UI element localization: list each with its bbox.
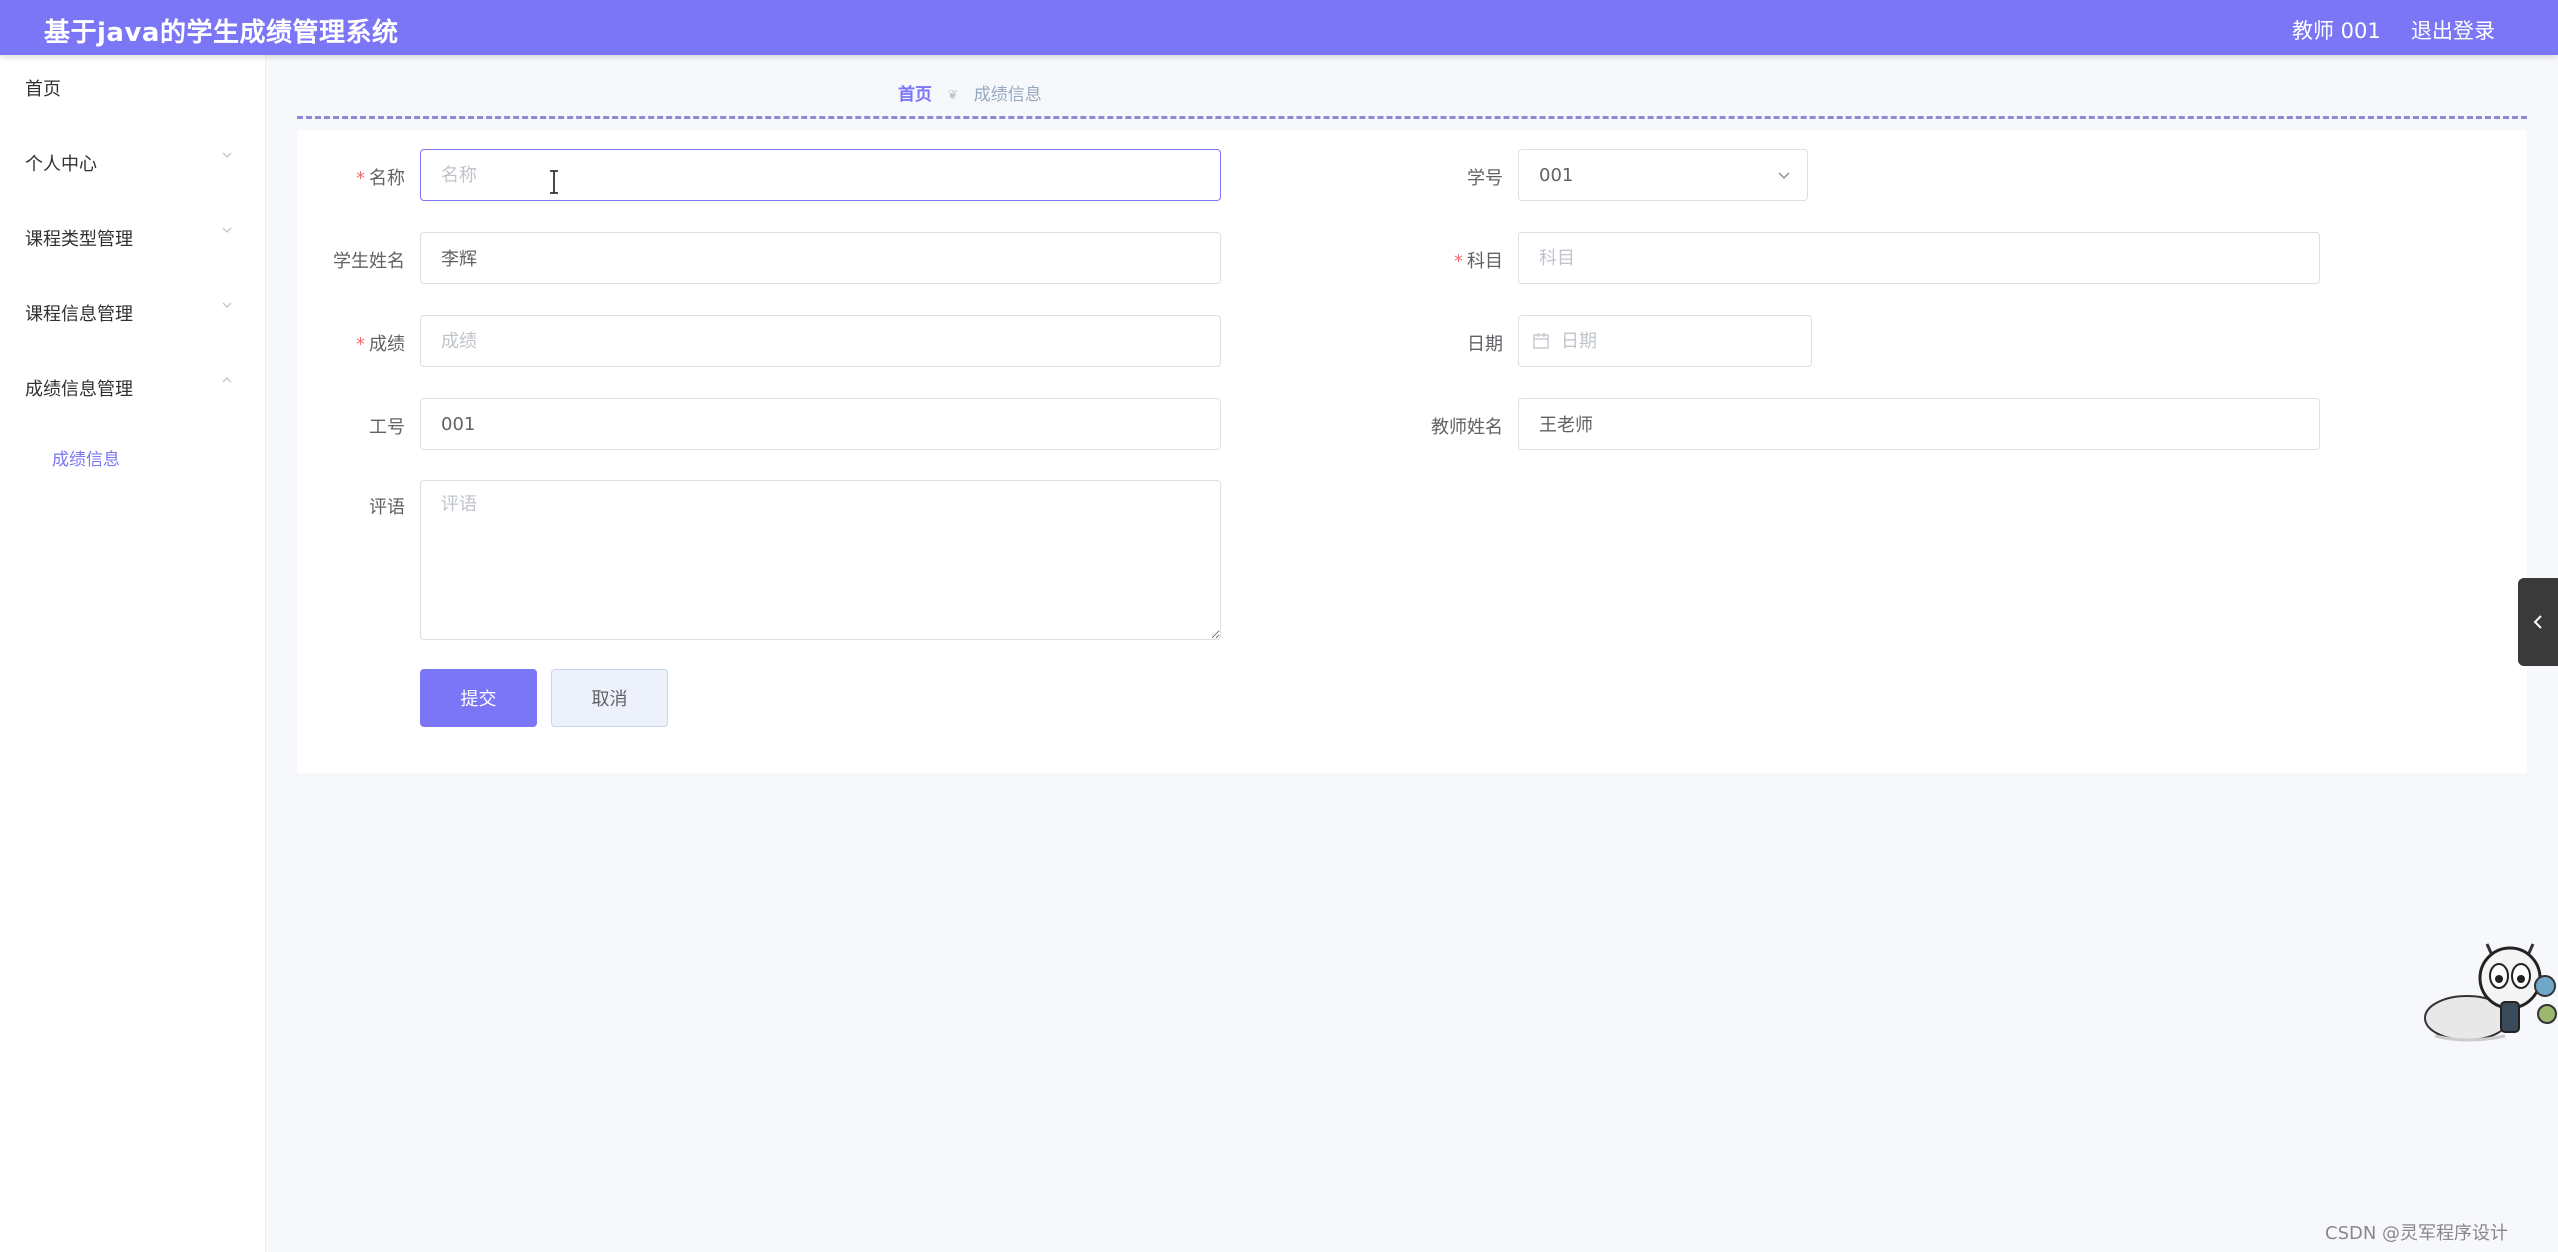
comment-label: 评语	[369, 497, 405, 518]
submit-button[interactable]: 提交	[420, 669, 537, 727]
chevron-left-icon	[2533, 615, 2542, 629]
sidebar-subitem-label: 成绩信息	[52, 450, 120, 470]
chevron-down-icon	[222, 227, 232, 233]
chevron-down-icon	[222, 302, 232, 308]
student-id-select[interactable]	[1518, 149, 1808, 201]
date-label: 日期	[1467, 334, 1503, 355]
side-panel-toggle[interactable]	[2518, 578, 2558, 666]
sidebar: 首页 个人中心 课程类型管理 课程信息管理 成绩信息管理 成绩信息	[0, 55, 266, 1252]
subject-input[interactable]	[1518, 232, 2320, 284]
sidebar-item-label: 个人中心	[25, 154, 97, 175]
job-no-input[interactable]	[420, 398, 1221, 450]
chevron-down-icon	[1778, 172, 1790, 180]
job-no-label: 工号	[369, 417, 405, 438]
name-input[interactable]	[420, 149, 1221, 201]
breadcrumb-separator-icon: ❦	[947, 88, 959, 103]
breadcrumb-current: 成绩信息	[973, 85, 1042, 105]
sidebar-item-label: 成绩信息管理	[25, 379, 133, 400]
sidebar-item-label: 课程信息管理	[25, 304, 133, 325]
score-input[interactable]	[420, 315, 1221, 367]
text-cursor-icon	[550, 170, 558, 194]
teacher-name-label: 教师姓名	[1431, 417, 1503, 438]
score-label: * 成绩	[356, 334, 405, 355]
logout-link[interactable]: 退出登录	[2411, 15, 2495, 45]
watermark: CSDN @灵军程序设计	[2325, 1223, 2509, 1244]
calendar-icon	[1533, 333, 1549, 349]
mascot-image	[2424, 943, 2557, 1042]
top-header: 基于java的学生成绩管理系统 教师 001 退出登录	[0, 0, 2558, 55]
sidebar-item-home[interactable]: 首页	[0, 55, 265, 115]
sidebar-item-label: 首页	[25, 79, 61, 100]
subject-label: * 科目	[1454, 251, 1503, 272]
student-id-label: 学号	[1467, 168, 1503, 189]
name-label: * 名称	[356, 168, 405, 189]
app-title: 基于java的学生成绩管理系统	[44, 18, 399, 48]
chevron-down-icon	[222, 152, 232, 158]
user-name: 教师 001	[2292, 19, 2381, 43]
cancel-button[interactable]: 取消	[551, 669, 668, 727]
breadcrumb-divider	[297, 116, 2527, 119]
breadcrumb-home[interactable]: 首页	[898, 85, 932, 105]
date-picker[interactable]	[1518, 315, 1812, 367]
student-name-label: 学生姓名	[333, 251, 405, 272]
comment-textarea[interactable]	[420, 480, 1221, 640]
sidebar-item-grade-management[interactable]: 成绩信息管理	[0, 355, 265, 415]
chevron-up-icon	[222, 377, 232, 383]
sidebar-item-label: 课程类型管理	[25, 229, 133, 250]
breadcrumb: 首页 ❦ 成绩信息	[898, 80, 1042, 105]
teacher-name-input[interactable]	[1518, 398, 2320, 450]
student-name-input[interactable]	[420, 232, 1221, 284]
